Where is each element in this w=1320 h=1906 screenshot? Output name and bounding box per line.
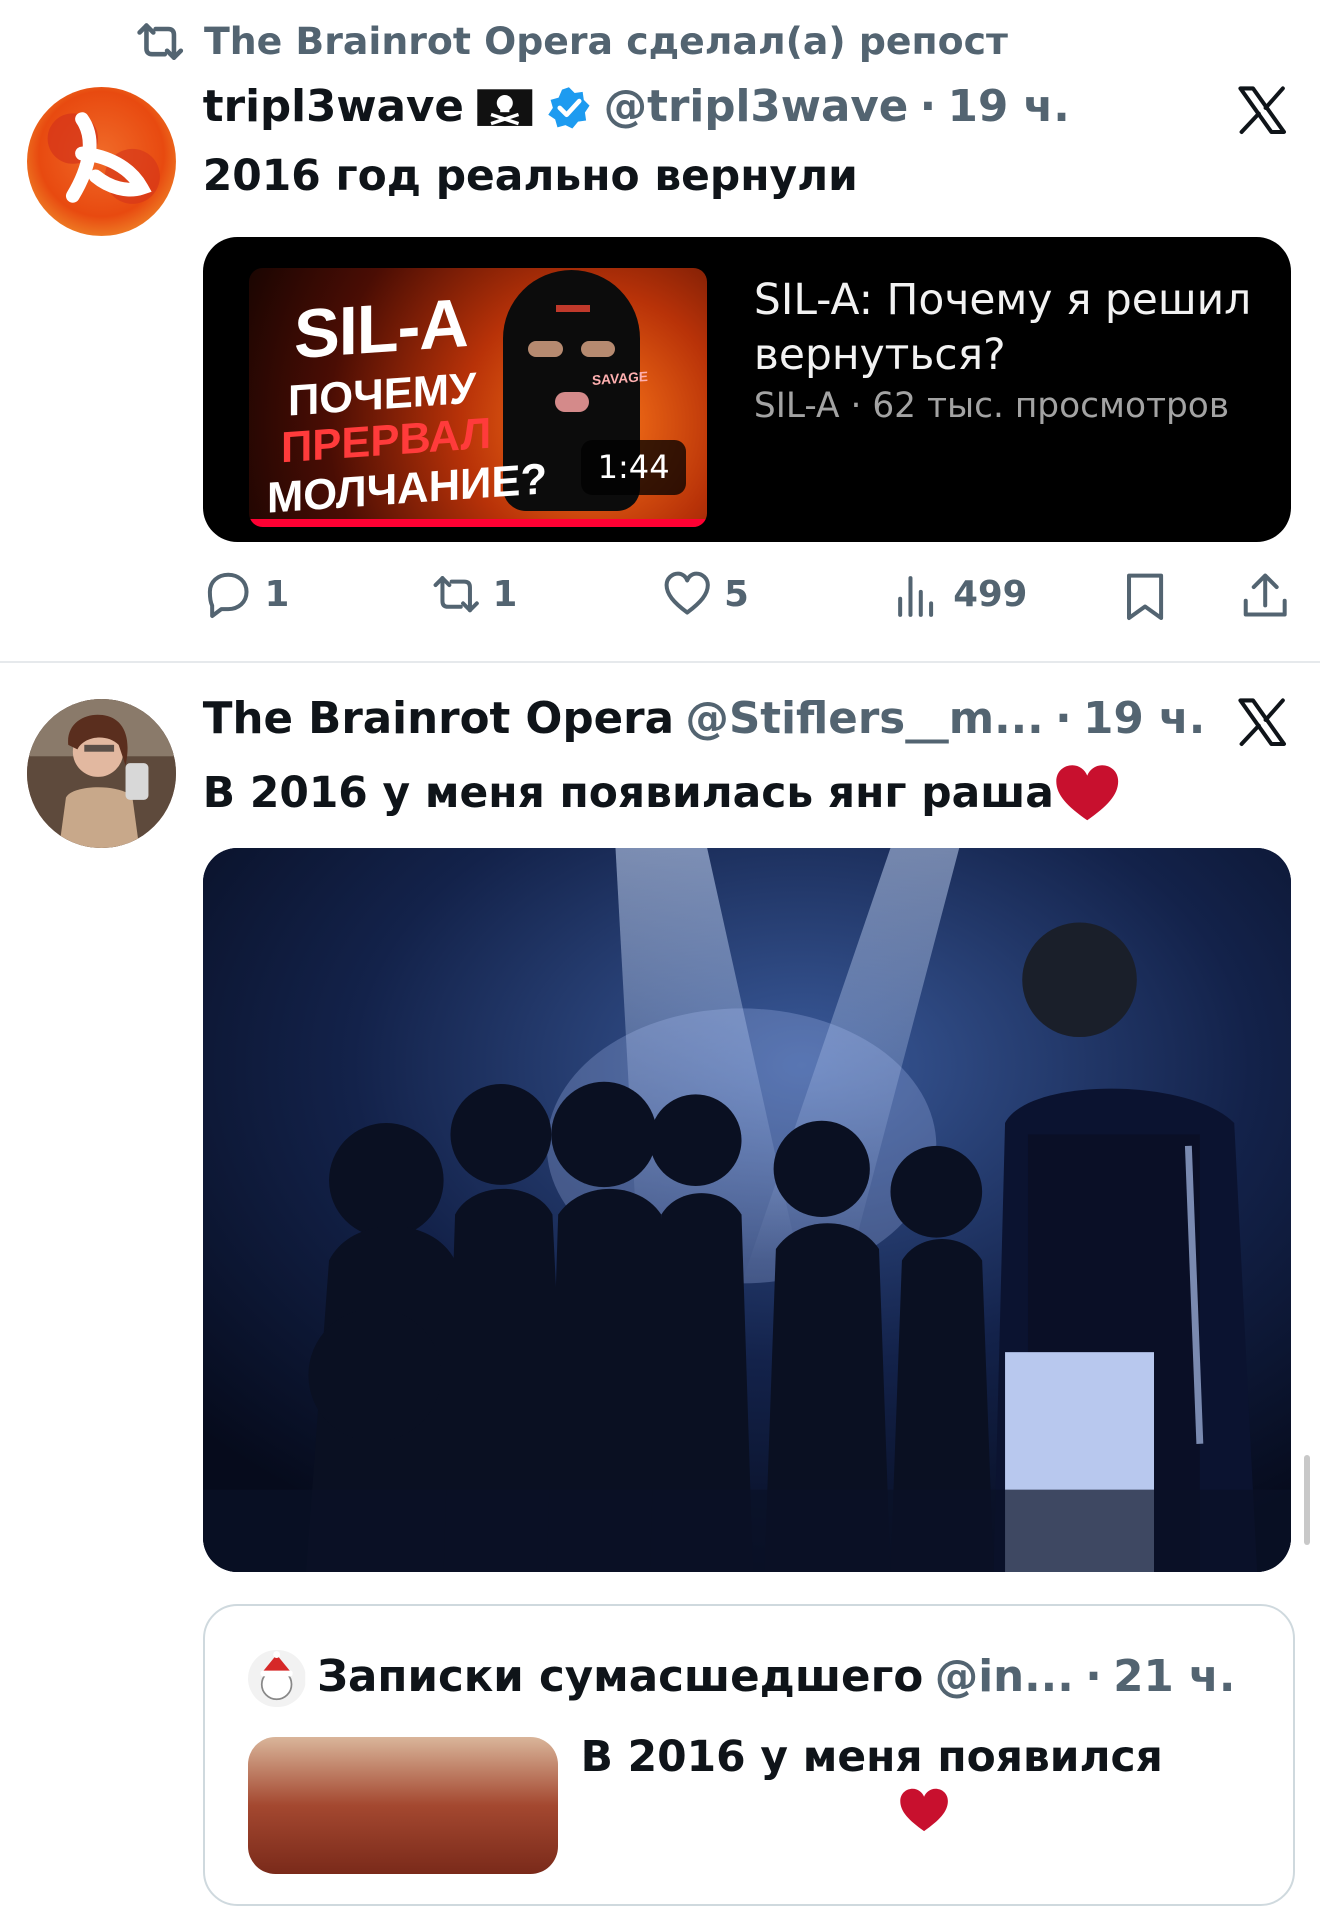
repost-count: 1 (492, 574, 518, 616)
views-button[interactable]: 499 (891, 569, 1027, 619)
tweet-divider (0, 661, 1320, 664)
share-icon[interactable] (1240, 571, 1290, 621)
video-title[interactable]: SIL-A: Почему я решил вернуться? (754, 272, 1258, 382)
views-count: 499 (953, 574, 1028, 616)
repost-icon (137, 22, 184, 60)
repost-button[interactable]: 1 (431, 569, 518, 619)
separator: · (919, 82, 937, 133)
quoted-author-avatar[interactable] (248, 1649, 306, 1707)
timestamp[interactable]: 19 ч. (948, 82, 1070, 132)
verified-badge-icon (548, 86, 590, 129)
quoted-tweet-thumbnail[interactable] (248, 1736, 558, 1875)
tweet2-text-row: В 2016 у меня появилась янг раша (203, 763, 1121, 823)
tweet1-text: 2016 год реально вернули (202, 151, 858, 201)
avatar-tripl3wave[interactable] (27, 87, 177, 237)
quoted-timestamp[interactable]: 21 ч. (1113, 1652, 1235, 1702)
like-button[interactable]: 5 (662, 569, 749, 619)
repost-banner-text: The Brainrot Opera сделал(а) репост (203, 19, 1008, 64)
bookmark-icon[interactable] (1121, 571, 1169, 621)
separator: · (1085, 1651, 1102, 1702)
timestamp[interactable]: 19 ч. (1083, 694, 1205, 744)
red-heart-emoji-icon (900, 1788, 949, 1832)
like-count: 5 (724, 574, 749, 616)
quoted-tweet-text: В 2016 у меня появился (580, 1732, 1163, 1782)
tweet2-text: В 2016 у меня появилась янг раша (202, 768, 1054, 818)
video-duration: 1:44 (580, 439, 687, 495)
separator: · (1055, 694, 1072, 745)
tweet1-header: tripl3wave @tripl3wave · 19 ч. (203, 82, 1070, 132)
x-logo-icon[interactable] (1237, 85, 1287, 135)
thumbnail-title: SIL-A (294, 283, 469, 373)
scrollbar[interactable] (1303, 1455, 1310, 1545)
video-meta: SIL-A · 62 тыс. просмотров (753, 386, 1230, 427)
views-chart-icon (898, 576, 934, 618)
author-handle[interactable]: @tripl3wave (604, 82, 909, 132)
heart-icon (664, 572, 711, 615)
video-progress-bar (248, 519, 707, 528)
red-heart-emoji-icon (1056, 765, 1119, 821)
quoted-tweet[interactable]: Записки сумасшедшего @in... · 21 ч. В 20… (202, 1604, 1296, 1906)
repost-icon (433, 576, 479, 613)
x-logo-icon[interactable] (1237, 697, 1287, 747)
repost-banner[interactable]: The Brainrot Opera сделал(а) репост (135, 16, 1008, 66)
quoted-tweet-header: Записки сумасшедшего @in... · 21 ч. (317, 1652, 1235, 1702)
quoted-author-name[interactable]: Записки сумасшедшего (317, 1652, 923, 1702)
quoted-author-handle[interactable]: @in... (935, 1652, 1074, 1702)
video-thumbnail[interactable]: SAVAGE SIL-A ПОЧЕМУ ПРЕРВАЛ МОЛЧАНИЕ? 1:… (248, 268, 707, 528)
tweet2-photo[interactable] (202, 847, 1292, 1573)
reply-button[interactable]: 1 (203, 569, 290, 619)
author-name[interactable]: The Brainrot Opera (203, 694, 674, 744)
pirate-flag-icon (477, 89, 533, 126)
reply-icon (207, 573, 249, 619)
author-name[interactable]: tripl3wave (203, 82, 464, 132)
avatar-the-brainrot-opera[interactable] (27, 698, 177, 848)
tweet2-header: The Brainrot Opera @Stiflers__m... · 19 … (203, 694, 1206, 744)
author-handle[interactable]: @Stiflers__m... (685, 694, 1043, 744)
video-link-card[interactable]: SAVAGE SIL-A ПОЧЕМУ ПРЕРВАЛ МОЛЧАНИЕ? 1:… (202, 237, 1292, 542)
reply-count: 1 (264, 574, 290, 616)
